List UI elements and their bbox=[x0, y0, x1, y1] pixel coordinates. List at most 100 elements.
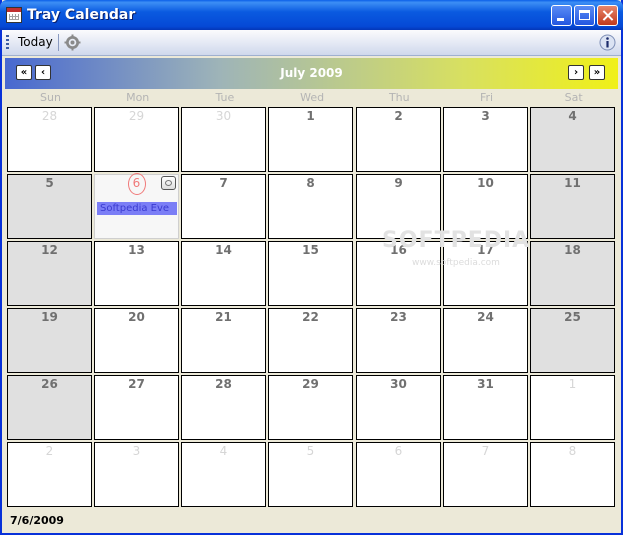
day-number: 12 bbox=[41, 243, 58, 257]
day-number: 1 bbox=[306, 109, 315, 123]
day-number: 1 bbox=[568, 377, 577, 391]
toolbar-grip[interactable] bbox=[6, 35, 9, 50]
day-cell[interactable]: 1 bbox=[530, 375, 615, 440]
day-cell[interactable]: 13 bbox=[94, 241, 179, 306]
day-number: 15 bbox=[302, 243, 319, 257]
day-number: 26 bbox=[41, 377, 58, 391]
day-number: 4 bbox=[219, 444, 228, 458]
day-number: 3 bbox=[132, 444, 141, 458]
next-year-button[interactable]: » bbox=[589, 65, 605, 80]
day-number: 5 bbox=[306, 444, 315, 458]
month-title: July 2009 bbox=[280, 66, 343, 80]
day-cell[interactable]: 19 bbox=[7, 308, 92, 373]
day-cell[interactable]: 31 bbox=[443, 375, 528, 440]
day-number: 7 bbox=[481, 444, 490, 458]
day-cell[interactable]: 8 bbox=[268, 174, 353, 239]
day-number: 21 bbox=[215, 310, 232, 324]
day-number: 30 bbox=[390, 377, 407, 391]
day-cell[interactable]: 11 bbox=[530, 174, 615, 239]
day-cell[interactable]: 28 bbox=[7, 107, 92, 172]
title-bar[interactable]: Tray Calendar bbox=[0, 0, 623, 30]
day-number: 2 bbox=[45, 444, 54, 458]
day-number: 10 bbox=[477, 176, 494, 190]
watermark-logo: SOFTPEDIA bbox=[382, 228, 531, 253]
day-number: 14 bbox=[215, 243, 232, 257]
day-number: 29 bbox=[302, 377, 319, 391]
gear-icon[interactable] bbox=[64, 34, 81, 51]
day-name-5: Fri bbox=[479, 91, 494, 104]
day-cell[interactable]: 30 bbox=[356, 375, 441, 440]
window-title: Tray Calendar bbox=[27, 7, 136, 23]
day-number: 9 bbox=[394, 176, 403, 190]
day-cell[interactable]: 1 bbox=[268, 107, 353, 172]
app-window: Tray Calendar Today « ‹ July 2009 › » Su… bbox=[0, 0, 623, 535]
minimize-button[interactable] bbox=[551, 5, 572, 26]
toolbar: Today bbox=[2, 30, 621, 56]
day-number: 22 bbox=[302, 310, 319, 324]
day-cell[interactable]: 3 bbox=[443, 107, 528, 172]
info-icon[interactable] bbox=[599, 34, 616, 51]
day-number: 20 bbox=[128, 310, 145, 324]
day-cell[interactable]: 6 bbox=[356, 442, 441, 507]
day-cell[interactable]: 2 bbox=[356, 107, 441, 172]
day-cell[interactable]: 6 Softpedia Eve bbox=[94, 173, 179, 239]
day-cell[interactable]: 18 bbox=[530, 241, 615, 306]
event-item[interactable]: Softpedia Eve bbox=[97, 202, 177, 215]
day-cell[interactable]: 27 bbox=[94, 375, 179, 440]
day-number: 28 bbox=[215, 377, 232, 391]
day-cell[interactable]: 12 bbox=[7, 241, 92, 306]
day-cell[interactable]: 8 bbox=[530, 442, 615, 507]
day-name-1: Mon bbox=[126, 91, 150, 104]
day-cell[interactable]: 30 bbox=[181, 107, 266, 172]
calendar-app-icon bbox=[6, 7, 22, 23]
day-cell[interactable]: 25 bbox=[530, 308, 615, 373]
next-month-button[interactable]: › bbox=[568, 65, 584, 80]
day-cell[interactable]: 14 bbox=[181, 241, 266, 306]
day-number: 29 bbox=[128, 109, 145, 123]
day-cell[interactable]: 29 bbox=[268, 375, 353, 440]
day-cell[interactable]: 5 bbox=[7, 174, 92, 239]
day-number: 8 bbox=[306, 176, 315, 190]
close-button[interactable] bbox=[597, 5, 618, 26]
day-cell[interactable]: 4 bbox=[181, 442, 266, 507]
status-selected-date: 7/6/2009 bbox=[10, 514, 64, 527]
day-number: 13 bbox=[128, 243, 145, 257]
maximize-button[interactable] bbox=[574, 5, 595, 26]
day-cell[interactable]: 28 bbox=[181, 375, 266, 440]
day-number: 11 bbox=[564, 176, 581, 190]
day-cell[interactable]: 7 bbox=[181, 174, 266, 239]
day-name-3: Wed bbox=[300, 91, 325, 104]
day-number: 19 bbox=[41, 310, 58, 324]
day-cell[interactable]: 24 bbox=[443, 308, 528, 373]
today-marker bbox=[128, 173, 146, 195]
day-cell[interactable]: 5 bbox=[268, 442, 353, 507]
add-event-button[interactable] bbox=[161, 176, 176, 190]
day-name-6: Sat bbox=[564, 91, 583, 104]
toolbar-separator bbox=[58, 34, 59, 51]
day-cell[interactable]: 23 bbox=[356, 308, 441, 373]
day-number: 28 bbox=[41, 109, 58, 123]
month-header: « ‹ July 2009 › » bbox=[5, 58, 618, 89]
day-cell[interactable]: 20 bbox=[94, 308, 179, 373]
day-number: 8 bbox=[568, 444, 577, 458]
day-cell[interactable]: 7 bbox=[443, 442, 528, 507]
day-cell[interactable]: 26 bbox=[7, 375, 92, 440]
day-number: 25 bbox=[564, 310, 581, 324]
day-number: 23 bbox=[390, 310, 407, 324]
day-cell[interactable]: 29 bbox=[94, 107, 179, 172]
day-name-4: Thu bbox=[388, 91, 410, 104]
day-cell[interactable]: 21 bbox=[181, 308, 266, 373]
day-cell[interactable]: 15 bbox=[268, 241, 353, 306]
day-number: 24 bbox=[477, 310, 494, 324]
today-button[interactable]: Today bbox=[14, 34, 57, 50]
day-cell[interactable]: 4 bbox=[530, 107, 615, 172]
day-number: 18 bbox=[564, 243, 581, 257]
day-number: 30 bbox=[215, 109, 232, 123]
watermark-url: www.softpedia.com bbox=[412, 258, 500, 268]
calendar-grid: 28 29 30 1 2 3 4 5 6 Softpedia Eve 7 8 9 10 11 12 13 14 15… bbox=[7, 107, 617, 510]
day-names-row: Sun Mon Tue Wed Thu Fri Sat bbox=[7, 90, 617, 105]
day-number: 7 bbox=[219, 176, 228, 190]
day-cell[interactable]: 3 bbox=[94, 442, 179, 507]
day-cell[interactable]: 2 bbox=[7, 442, 92, 507]
day-cell[interactable]: 22 bbox=[268, 308, 353, 373]
